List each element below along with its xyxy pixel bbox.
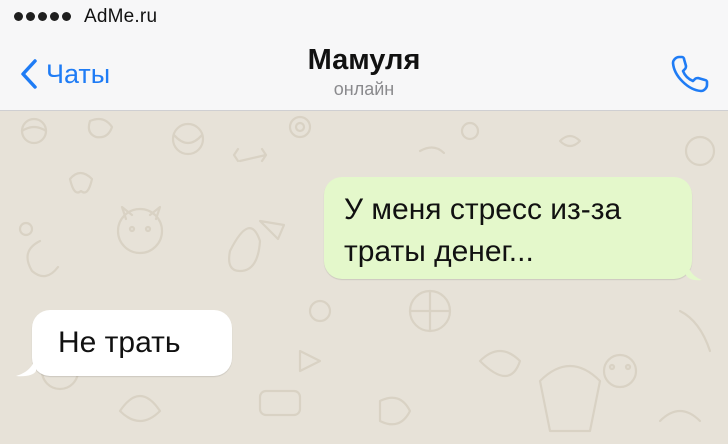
incoming-bubble-tail	[16, 355, 36, 377]
call-button[interactable]	[668, 52, 712, 96]
outgoing-message-bubble[interactable]: У меня стресс из-за траты денег...	[324, 177, 692, 279]
phone-icon	[671, 55, 709, 93]
chat-area[interactable]: У меня стресс из-за траты денег... Не тр…	[0, 111, 728, 444]
outgoing-bubble-tail	[686, 259, 702, 281]
incoming-message-bubble[interactable]: Не трать	[32, 310, 232, 376]
carrier-name: AdMe.ru	[84, 6, 158, 27]
signal-strength-icon	[14, 12, 71, 21]
contact-info[interactable]: Мамуля онлайн	[0, 42, 728, 100]
status-bar: AdMe.ru	[0, 0, 728, 34]
message-text: Не трать	[58, 326, 181, 359]
chat-header: Чаты Мамуля онлайн	[0, 34, 728, 111]
contact-status: онлайн	[333, 79, 395, 99]
messenger-screen: AdMe.ru Чаты Мамуля онлайн У меня стресс…	[0, 0, 728, 444]
contact-name: Мамуля	[307, 44, 421, 76]
message-text: У меня стресс из-за траты денег...	[344, 193, 622, 268]
